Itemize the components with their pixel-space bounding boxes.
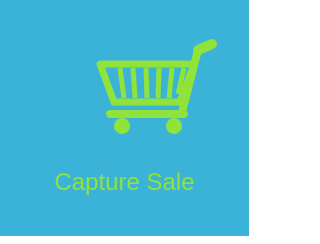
capture-sale-label: Capture Sale <box>54 169 195 196</box>
shopping-cart-icon <box>80 36 220 136</box>
capture-sale-tile[interactable]: Capture Sale <box>0 0 249 236</box>
